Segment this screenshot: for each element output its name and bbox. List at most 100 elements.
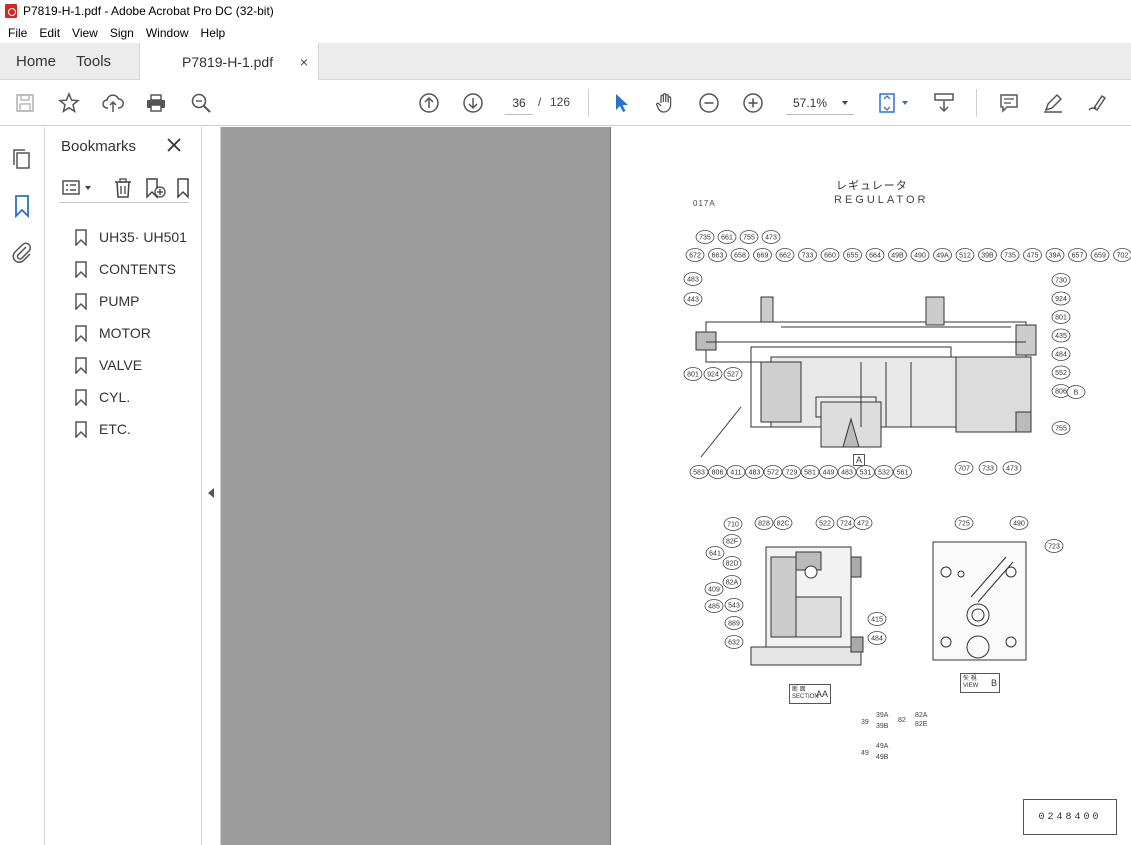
part-callout: 662: [775, 248, 795, 262]
part-callout: 522: [815, 516, 835, 530]
part-callout: 889: [724, 616, 744, 630]
zoom-out-button[interactable]: [697, 91, 721, 115]
hand-tool-button[interactable]: [653, 91, 677, 115]
upload-button[interactable]: [101, 91, 125, 115]
previous-page-button[interactable]: [417, 91, 441, 115]
attachments-button[interactable]: [10, 240, 34, 264]
part-callout: 39B: [978, 248, 997, 262]
close-icon: [167, 138, 181, 152]
delete-bookmark-button[interactable]: [112, 177, 134, 199]
part-callout: 472: [853, 516, 873, 530]
sign-button[interactable]: [1085, 91, 1109, 115]
page-number-input[interactable]: [505, 91, 533, 115]
part-callout: 801: [1051, 310, 1071, 324]
bookmark-item-pump[interactable]: PUMP: [75, 285, 187, 317]
svg-text:B: B: [1074, 390, 1079, 397]
svg-text:924: 924: [707, 372, 719, 379]
arrow-down-circle-icon: [463, 93, 483, 113]
svg-text:806: 806: [1055, 389, 1067, 396]
part-callout: 672: [685, 248, 705, 262]
save-button[interactable]: [13, 91, 37, 115]
bookmark-item-cyl[interactable]: CYL.: [75, 381, 187, 413]
new-bookmark-button[interactable]: [144, 177, 166, 199]
bookmark-label: CYL.: [99, 389, 131, 405]
expand-bookmark-button[interactable]: [175, 177, 189, 199]
part-callout: 485: [704, 599, 724, 613]
svg-text:723: 723: [1048, 544, 1060, 551]
plus-circle-icon: [743, 93, 763, 113]
print-button[interactable]: [144, 91, 168, 115]
menu-sign[interactable]: Sign: [106, 26, 138, 40]
page-thumbnails-button[interactable]: [10, 148, 34, 172]
part-callout: 733: [978, 461, 998, 475]
part-callout: 659: [1090, 248, 1110, 262]
search-button[interactable]: [189, 91, 213, 115]
svg-text:415: 415: [871, 617, 883, 624]
svg-text:659: 659: [1094, 253, 1106, 260]
svg-text:543: 543: [728, 603, 740, 610]
menu-window[interactable]: Window: [142, 26, 193, 40]
zoom-in-button[interactable]: [741, 91, 765, 115]
svg-text:82C: 82C: [777, 521, 790, 528]
bookmarks-panel-button[interactable]: [10, 194, 34, 219]
panel-splitter[interactable]: [202, 127, 221, 845]
next-page-button[interactable]: [461, 91, 485, 115]
bookmark-icon: [75, 356, 87, 374]
tab-document[interactable]: P7819-H-1.pdf ×: [139, 43, 320, 80]
bookmark-item-uh35[interactable]: UH35· UH501: [75, 221, 187, 253]
close-panel-button[interactable]: [165, 136, 183, 154]
cursor-arrow-icon: [616, 94, 628, 112]
tab-document-label: P7819-H-1.pdf: [182, 53, 274, 70]
document-number: 0248400: [1023, 799, 1117, 835]
view-label-text: 矢 視 VIEW: [963, 676, 979, 689]
part-callout: 632: [724, 635, 744, 649]
menu-help[interactable]: Help: [197, 26, 230, 40]
bookmark-item-etc[interactable]: ETC.: [75, 413, 187, 445]
svg-text:632: 632: [728, 640, 740, 647]
bookmark-star-button[interactable]: [57, 91, 81, 115]
part-callout: 435: [1051, 328, 1071, 343]
bookmark-icon: [75, 228, 87, 246]
svg-text:733: 733: [802, 253, 814, 260]
svg-text:664: 664: [869, 253, 881, 260]
svg-text:472: 472: [857, 521, 869, 528]
bookmark-options-button[interactable]: [61, 177, 95, 199]
tab-home[interactable]: Home: [0, 43, 72, 80]
hand-icon: [656, 93, 672, 113]
scrolling-mode-button[interactable]: [932, 91, 956, 115]
highlight-button[interactable]: [1041, 91, 1065, 115]
svg-text:483: 483: [841, 470, 853, 477]
bookmark-icon: [75, 260, 87, 278]
collapse-arrow-icon[interactable]: [208, 488, 214, 498]
trash-icon: [115, 178, 131, 198]
bookmark-label: CONTENTS: [99, 261, 176, 277]
svg-text:473: 473: [1006, 466, 1018, 473]
select-tool-button[interactable]: [609, 91, 633, 115]
menu-view[interactable]: View: [68, 26, 102, 40]
menu-bar: File Edit View Sign Window Help: [0, 22, 1131, 43]
page-fit-button[interactable]: [876, 91, 912, 115]
part-callout: 669: [753, 248, 772, 262]
printer-icon: [147, 94, 165, 112]
svg-text:583: 583: [693, 470, 705, 477]
part-callout: 82F: [722, 534, 742, 548]
svg-text:735: 735: [1004, 253, 1016, 260]
svg-text:82D: 82D: [726, 561, 739, 568]
part-callout: 552: [1051, 365, 1071, 380]
svg-text:483: 483: [749, 470, 761, 477]
pdf-page: レギュレータ REGULATOR 017A 735 661 755 473 67…: [610, 127, 1131, 845]
bookmark-item-valve[interactable]: VALVE: [75, 349, 187, 381]
bookmark-item-motor[interactable]: MOTOR: [75, 317, 187, 349]
comment-button[interactable]: [997, 91, 1021, 115]
part-callout: 924: [1051, 291, 1071, 306]
tab-close-icon[interactable]: ×: [300, 54, 308, 70]
document-viewport[interactable]: レギュレータ REGULATOR 017A 735 661 755 473 67…: [221, 127, 1131, 845]
menu-edit[interactable]: Edit: [35, 26, 64, 40]
tab-tools[interactable]: Tools: [72, 43, 127, 80]
zoom-select[interactable]: 57.1%: [786, 91, 854, 115]
bookmark-item-contents[interactable]: CONTENTS: [75, 253, 187, 285]
menu-file[interactable]: File: [4, 26, 31, 40]
part-callout: 512: [955, 248, 975, 262]
svg-text:435: 435: [1055, 333, 1067, 340]
bookmark-label: UH35· UH501: [99, 229, 187, 245]
